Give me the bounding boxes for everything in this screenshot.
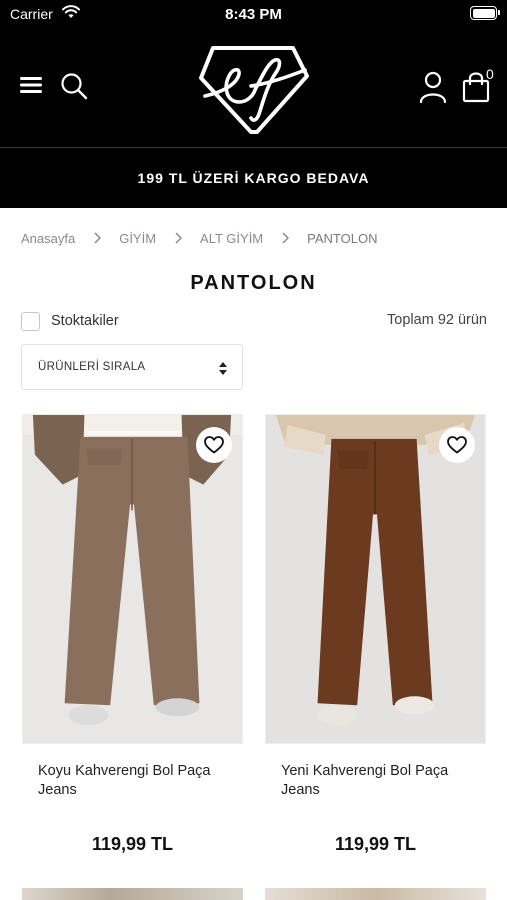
breadcrumb-bottoms[interactable]: ALT GİYİM (200, 231, 263, 246)
add-to-favorites-button[interactable] (196, 427, 232, 463)
breadcrumb-current: PANTOLON (307, 230, 378, 246)
cart-count-badge: 0 (486, 66, 494, 82)
status-bar: Carrier 8:43 PM (0, 0, 507, 28)
product-image-partial[interactable] (22, 888, 243, 900)
page-title: PANTOLON (190, 272, 317, 294)
breadcrumb-home[interactable]: Anasayfa (21, 231, 75, 246)
in-stock-checkbox[interactable] (21, 311, 40, 331)
sort-select[interactable]: ÜRÜNLERİ SIRALA (21, 344, 243, 390)
product-photo (23, 415, 242, 743)
battery-icon (470, 6, 500, 20)
chevron-right-icon (175, 232, 183, 244)
search-icon[interactable] (58, 70, 90, 102)
breadcrumb: Anasayfa GİYİM ALT GİYİM PANTOLON (21, 228, 377, 248)
chevron-right-icon (94, 232, 102, 244)
in-stock-label: Stoktakiler (51, 313, 119, 329)
product-image[interactable] (265, 414, 486, 744)
product-price: 119,99 TL (334, 834, 417, 854)
product-price: 119,99 TL (91, 834, 174, 854)
product-image[interactable] (22, 414, 243, 744)
shipping-announcement-banner: 199 TL ÜZERİ KARGO BEDAVA (0, 148, 507, 208)
up-down-arrows-icon (219, 362, 227, 375)
product-name[interactable]: Koyu Kahverengi Bol Paça Jeans (22, 762, 243, 802)
in-stock-filter[interactable]: Stoktakiler (21, 310, 119, 332)
product-card[interactable]: Yeni Kahverengi Bol Paça Jeans 119,99 TL (265, 414, 486, 855)
add-to-favorites-button[interactable] (439, 427, 475, 463)
heart-icon (447, 436, 467, 454)
user-icon[interactable] (417, 70, 449, 104)
product-card[interactable]: Koyu Kahverengi Bol Paça Jeans 119,99 TL (22, 414, 243, 855)
product-image-partial[interactable] (265, 888, 486, 900)
total-product-count: Toplam 92 ürün (387, 312, 487, 328)
brand-logo[interactable] (193, 40, 315, 138)
hamburger-menu-icon[interactable] (18, 73, 44, 97)
product-name[interactable]: Yeni Kahverengi Bol Paça Jeans (265, 762, 486, 802)
heart-icon (204, 436, 224, 454)
product-photo (266, 415, 485, 743)
clock: 8:43 PM (225, 6, 282, 23)
chevron-right-icon (282, 232, 290, 244)
sort-select-label: ÜRÜNLERİ SIRALA (38, 361, 146, 373)
app-header: 0 (0, 28, 507, 148)
breadcrumb-clothing[interactable]: GİYİM (119, 231, 156, 246)
